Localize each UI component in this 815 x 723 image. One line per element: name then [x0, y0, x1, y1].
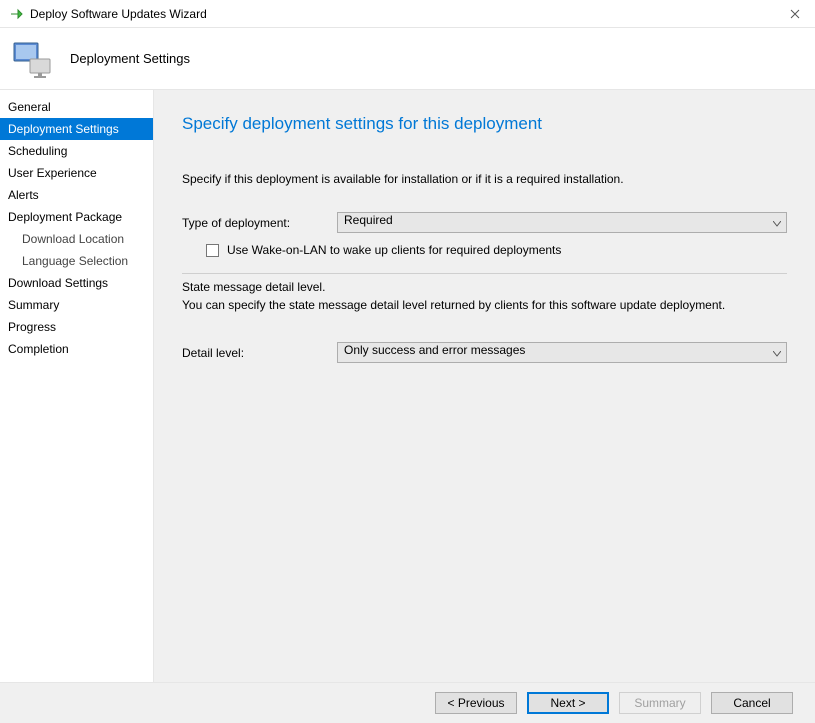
previous-button[interactable]: < Previous [435, 692, 517, 714]
window-title: Deploy Software Updates Wizard [30, 7, 207, 21]
wizard-sidebar: General Deployment Settings Scheduling U… [0, 90, 154, 682]
type-of-deployment-select-wrap: Required [337, 212, 787, 233]
cancel-button[interactable]: Cancel [711, 692, 793, 714]
close-button[interactable] [785, 4, 805, 24]
sidebar-item-alerts[interactable]: Alerts [0, 184, 153, 206]
sidebar-item-download-location[interactable]: Download Location [0, 228, 153, 250]
page-heading: Specify deployment settings for this dep… [182, 114, 787, 134]
close-icon [790, 9, 800, 19]
window-titlebar: Deploy Software Updates Wizard [0, 0, 815, 28]
sidebar-item-deployment-settings[interactable]: Deployment Settings [0, 118, 153, 140]
wake-on-lan-checkbox[interactable] [206, 244, 219, 257]
state-message-heading: State message detail level. [182, 280, 787, 294]
wizard-main-panel: Specify deployment settings for this dep… [154, 90, 815, 682]
app-icon [10, 7, 24, 21]
sidebar-item-user-experience[interactable]: User Experience [0, 162, 153, 184]
state-message-description: You can specify the state message detail… [182, 298, 787, 312]
detail-level-label: Detail level: [182, 346, 337, 360]
sidebar-item-summary[interactable]: Summary [0, 294, 153, 316]
type-of-deployment-row: Type of deployment: Required [182, 212, 787, 233]
wizard-header-icon [12, 37, 56, 81]
type-of-deployment-control: Required [337, 212, 787, 233]
sidebar-item-general[interactable]: General [0, 96, 153, 118]
sidebar-item-completion[interactable]: Completion [0, 338, 153, 360]
next-button[interactable]: Next > [527, 692, 609, 714]
type-of-deployment-label: Type of deployment: [182, 216, 337, 230]
wizard-footer: < Previous Next > Summary Cancel [0, 682, 815, 723]
sidebar-item-deployment-package[interactable]: Deployment Package [0, 206, 153, 228]
sidebar-item-scheduling[interactable]: Scheduling [0, 140, 153, 162]
titlebar-left: Deploy Software Updates Wizard [10, 7, 207, 21]
sidebar-item-language-selection[interactable]: Language Selection [0, 250, 153, 272]
type-of-deployment-select[interactable]: Required [337, 212, 787, 233]
wizard-header-title: Deployment Settings [70, 51, 190, 66]
wizard-header: Deployment Settings [0, 28, 815, 90]
wake-on-lan-row: Use Wake-on-LAN to wake up clients for r… [182, 243, 787, 257]
sidebar-item-download-settings[interactable]: Download Settings [0, 272, 153, 294]
wizard-body: General Deployment Settings Scheduling U… [0, 90, 815, 682]
section-divider [182, 273, 787, 274]
detail-level-select[interactable]: Only success and error messages [337, 342, 787, 363]
detail-level-row: Detail level: Only success and error mes… [182, 342, 787, 363]
summary-button: Summary [619, 692, 701, 714]
sidebar-item-progress[interactable]: Progress [0, 316, 153, 338]
page-instruction: Specify if this deployment is available … [182, 172, 787, 186]
wake-on-lan-label: Use Wake-on-LAN to wake up clients for r… [227, 243, 561, 257]
detail-level-select-wrap: Only success and error messages [337, 342, 787, 363]
detail-level-control: Only success and error messages [337, 342, 787, 363]
